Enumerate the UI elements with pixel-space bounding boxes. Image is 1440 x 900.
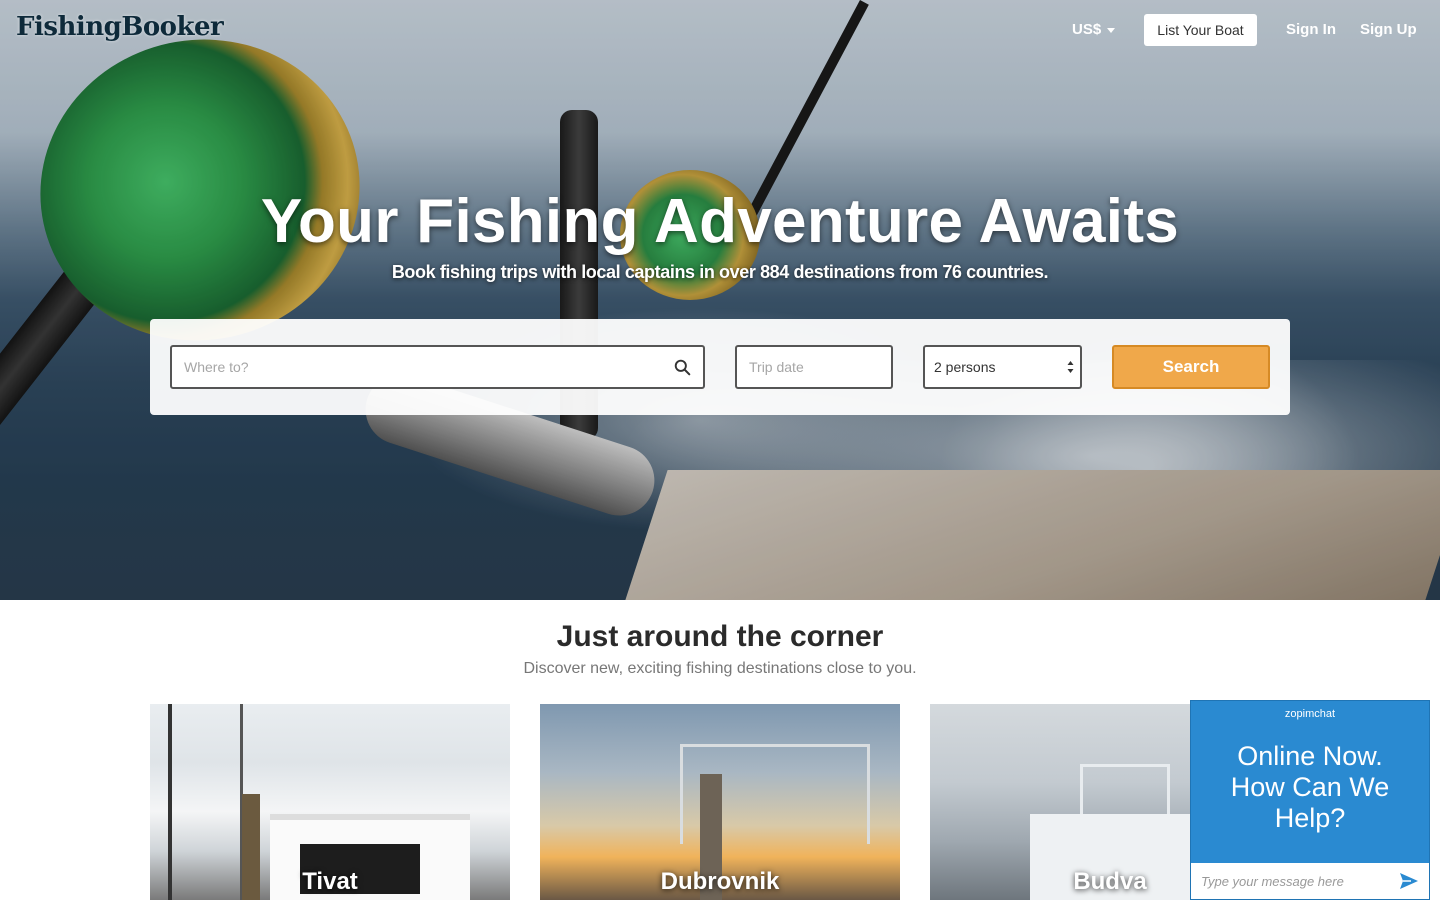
persons-select[interactable]: 2 persons <box>923 345 1082 389</box>
hero-title: Your Fishing Adventure Awaits <box>260 187 1180 256</box>
hero-overlay <box>0 0 1440 600</box>
sign-up-link[interactable]: Sign Up <box>1360 21 1417 38</box>
search-panel: 2 persons Search <box>150 319 1290 415</box>
destination-card-budva[interactable]: Budva <box>930 704 1190 900</box>
search-button[interactable]: Search <box>1112 345 1270 389</box>
caret-down-icon <box>1107 27 1116 33</box>
destination-name: Budva <box>1073 868 1147 895</box>
hero-subtitle: Book fishing trips with local captains i… <box>391 262 1049 282</box>
destination-input[interactable] <box>172 347 703 387</box>
chat-widget[interactable]: zopimchat Online Now. How Can We Help? <box>1190 700 1430 900</box>
list-your-boat-button[interactable]: List Your Boat <box>1144 14 1257 46</box>
hero-banner <box>0 0 1440 600</box>
destination-card-tivat[interactable]: Tivat <box>150 704 510 900</box>
chat-brand: zopimchat <box>1284 708 1336 720</box>
send-icon[interactable] <box>1399 871 1419 891</box>
site-logo[interactable]: FishingBooker <box>16 12 224 42</box>
currency-label: US$ <box>1072 21 1102 38</box>
select-arrows-icon <box>1067 361 1074 373</box>
trip-date-field <box>735 345 893 389</box>
destination-name: Tivat <box>302 868 358 895</box>
sign-in-link[interactable]: Sign In <box>1286 21 1336 38</box>
trip-date-input[interactable] <box>737 347 891 387</box>
destination-card-dubrovnik[interactable]: Dubrovnik <box>540 704 900 900</box>
destination-name: Dubrovnik <box>660 868 780 895</box>
search-icon[interactable] <box>674 359 691 376</box>
section-title: Just around the corner <box>556 620 884 653</box>
destination-field <box>170 345 705 389</box>
section-subtitle: Discover new, exciting fishing destinati… <box>523 660 917 677</box>
chat-message-input[interactable] <box>1191 863 1399 899</box>
currency-dropdown[interactable]: US$ <box>1072 21 1116 38</box>
chat-greeting: Online Now. How Can We Help? <box>1230 741 1390 833</box>
persons-value: 2 persons <box>934 359 996 375</box>
chat-input-bar <box>1191 863 1429 899</box>
